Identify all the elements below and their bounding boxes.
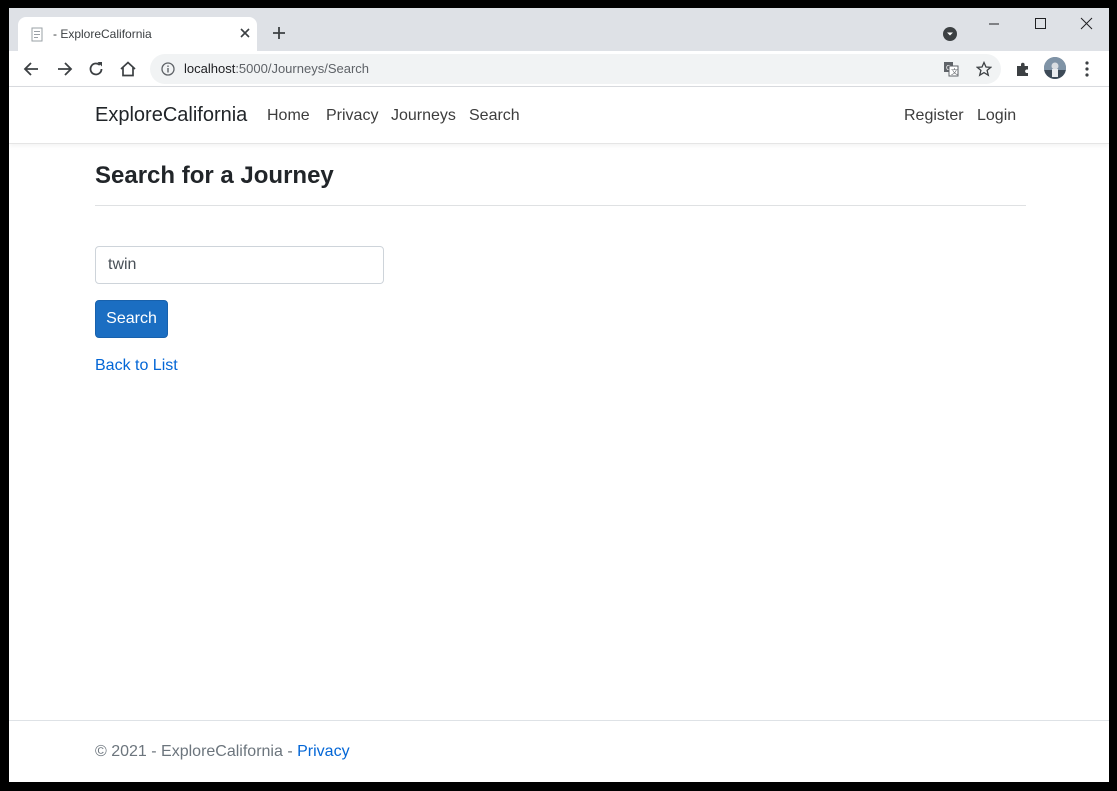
browser-toolbar: localhost:5000/Journeys/Search G 文 [9, 51, 1109, 87]
browser-tab[interactable]: - ExploreCalifornia [18, 17, 257, 51]
heading-divider [95, 205, 1026, 206]
nav-privacy-link[interactable]: Privacy [326, 107, 378, 125]
tab-strip: - ExploreCalifornia [9, 8, 1109, 51]
nav-login-link[interactable]: Login [977, 107, 1016, 125]
back-arrow-icon[interactable] [22, 59, 42, 79]
maximize-icon[interactable] [1028, 14, 1052, 34]
page-title: Search for a Journey [95, 162, 334, 189]
brand-link[interactable]: ExploreCalifornia [95, 104, 247, 127]
svg-text:文: 文 [951, 67, 958, 76]
search-input[interactable] [95, 246, 384, 284]
page-favicon-icon [31, 27, 43, 42]
nav-register-link[interactable]: Register [904, 107, 964, 125]
profile-picture-icon [1044, 57, 1066, 79]
site-footer: © 2021 - ExploreCalifornia - Privacy [95, 743, 350, 761]
web-page: ExploreCalifornia Home Privacy Journeys … [9, 87, 1109, 782]
reload-icon[interactable] [86, 59, 106, 79]
url-path: :5000/Journeys/Search [235, 61, 370, 76]
bookmark-star-icon[interactable] [976, 61, 992, 77]
tab-title: - ExploreCalifornia [53, 27, 152, 41]
home-icon[interactable] [118, 59, 138, 79]
footer-privacy-link[interactable]: Privacy [297, 743, 349, 760]
browser-window: - ExploreCalifornia localhost:5000/Journ… [9, 8, 1109, 782]
footer-divider [9, 720, 1109, 721]
close-window-icon[interactable] [1074, 14, 1098, 34]
more-menu-icon[interactable] [1081, 60, 1093, 78]
minimize-icon[interactable] [982, 14, 1006, 34]
close-tab-icon[interactable] [237, 25, 253, 41]
footer-copyright: © 2021 - ExploreCalifornia - [95, 743, 298, 760]
nav-home-link[interactable]: Home [267, 107, 310, 125]
translate-icon[interactable]: G 文 [943, 61, 959, 77]
profile-avatar[interactable] [1044, 57, 1066, 79]
tab-search-icon[interactable] [942, 26, 958, 42]
site-navbar: ExploreCalifornia Home Privacy Journeys … [9, 87, 1109, 144]
url-text[interactable]: localhost:5000/Journeys/Search [184, 61, 369, 76]
back-to-list-link[interactable]: Back to List [95, 357, 178, 375]
nav-journeys-link[interactable]: Journeys [391, 107, 456, 125]
extensions-puzzle-icon[interactable] [1014, 60, 1032, 78]
forward-arrow-icon[interactable] [54, 59, 74, 79]
new-tab-icon[interactable] [270, 24, 288, 42]
address-bar[interactable]: localhost:5000/Journeys/Search G 文 [150, 54, 1001, 84]
url-host: localhost [184, 61, 236, 76]
search-button[interactable]: Search [95, 300, 168, 338]
nav-search-link[interactable]: Search [469, 107, 520, 125]
site-info-icon[interactable] [161, 62, 175, 76]
